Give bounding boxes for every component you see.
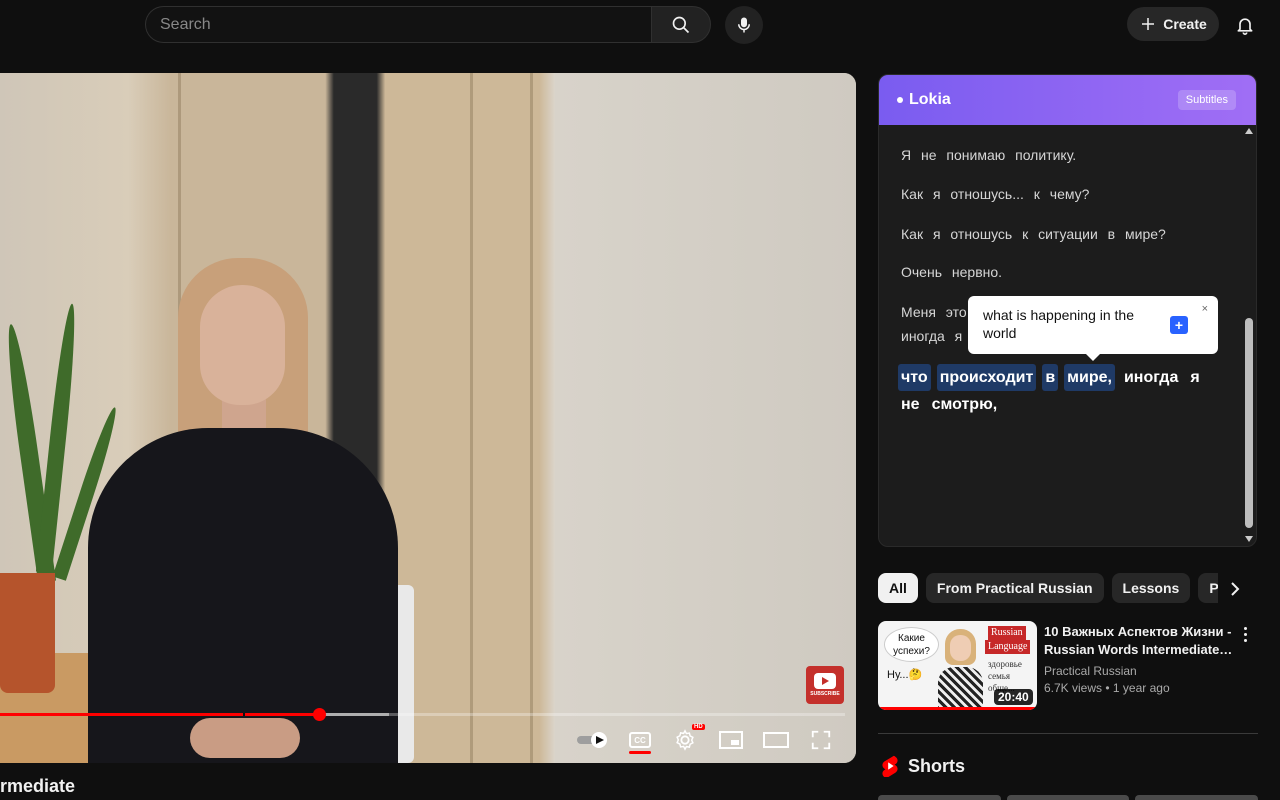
recommended-video[interactable]: Какие успехи? Ну...🤔 Russian Language зд… bbox=[878, 621, 1258, 711]
view-count: 6.7K views bbox=[1044, 681, 1103, 695]
subtitles-active-indicator bbox=[629, 751, 651, 754]
lokia-header: Lokia Subtitles bbox=[879, 75, 1256, 125]
upload-age: 1 year ago bbox=[1112, 681, 1170, 695]
lokia-brand: Lokia bbox=[897, 91, 951, 109]
scroll-down-arrow[interactable] bbox=[1245, 536, 1253, 542]
shorts-icon bbox=[882, 755, 898, 777]
chip-all[interactable]: All bbox=[878, 573, 918, 603]
filter-chips: All From Practical Russian Lessons Pres bbox=[878, 573, 1218, 605]
scrubber-handle[interactable] bbox=[312, 708, 326, 721]
chapter-marker bbox=[243, 713, 245, 716]
top-bar: Create bbox=[0, 0, 1280, 50]
bell-icon bbox=[1237, 18, 1253, 35]
subtitle-word[interactable]: я bbox=[1187, 364, 1202, 391]
short-thumbnail[interactable] bbox=[1006, 795, 1130, 800]
thumbnail-tag: Language bbox=[985, 640, 1031, 654]
gear-icon bbox=[676, 729, 694, 751]
subtitle-word[interactable]: мире, bbox=[1064, 364, 1115, 391]
active-subtitle-line: что происходит в мире, иногда я не смотрю, bbox=[898, 364, 1228, 418]
video-scene-door-edge bbox=[470, 73, 473, 763]
transcript-line[interactable]: Как я отношусь... к чему? bbox=[901, 184, 1089, 204]
create-label: Create bbox=[1163, 16, 1207, 32]
hd-badge: HD bbox=[692, 724, 705, 730]
thumbnail-person bbox=[938, 629, 983, 710]
transcript-line[interactable]: иногда я bbox=[901, 326, 962, 346]
cc-icon: CC bbox=[629, 732, 651, 748]
close-tooltip-button[interactable]: × bbox=[1202, 300, 1208, 318]
short-thumbnail[interactable] bbox=[878, 795, 1001, 800]
transcript-line[interactable]: Как я отношусь к ситуации в мире? bbox=[901, 224, 1166, 244]
progress-played bbox=[0, 713, 319, 716]
chips-next-button[interactable] bbox=[1224, 578, 1246, 600]
video-title: rmediate bbox=[0, 776, 76, 796]
autoplay-toggle[interactable] bbox=[575, 725, 611, 755]
short-thumbnail[interactable] bbox=[1135, 795, 1259, 800]
video-scene-person-face bbox=[200, 285, 285, 405]
fullscreen-icon bbox=[811, 730, 831, 750]
voice-search-button[interactable] bbox=[725, 6, 763, 44]
chip-presentations[interactable]: Pres bbox=[1198, 573, 1218, 603]
subscribe-watermark[interactable]: SUBSCRIBE bbox=[806, 666, 844, 704]
shorts-title: Shorts bbox=[908, 755, 966, 776]
subscribe-watermark-text: SUBSCRIBE bbox=[810, 691, 840, 697]
transcript-line[interactable]: Очень нервно. bbox=[901, 262, 1002, 282]
subtitle-word[interactable]: происходит bbox=[936, 364, 1037, 391]
translation-tooltip: what is happening in the world × + bbox=[968, 296, 1218, 361]
theater-mode-icon bbox=[763, 732, 789, 748]
transcript-scrollbar[interactable] bbox=[1245, 318, 1253, 528]
more-options-button[interactable] bbox=[1238, 623, 1252, 645]
transcript-line[interactable]: Меня это bbox=[901, 302, 967, 322]
search-button[interactable] bbox=[651, 6, 711, 43]
video-player[interactable]: SUBSCRIBE CC HD bbox=[0, 73, 856, 763]
chevron-right-icon bbox=[1231, 582, 1240, 596]
video-meta: 6.7K views • 1 year ago bbox=[1044, 681, 1170, 695]
section-divider bbox=[878, 733, 1258, 734]
scroll-up-arrow[interactable] bbox=[1245, 128, 1253, 134]
search-icon bbox=[672, 16, 690, 33]
miniplayer-icon bbox=[719, 731, 743, 749]
recommended-video-title[interactable]: 10 Важных Аспектов Жизни - Russian Words… bbox=[1044, 623, 1234, 659]
subtitle-word[interactable]: иногда bbox=[1121, 364, 1181, 391]
plus-icon bbox=[1142, 18, 1155, 30]
translation-text: what is happening in the world bbox=[983, 307, 1134, 341]
subtitle-word[interactable]: что bbox=[898, 364, 931, 391]
add-word-button[interactable]: + bbox=[1170, 316, 1188, 334]
subtitle-word[interactable]: смотрю, bbox=[929, 391, 1001, 418]
autoplay-toggle-icon bbox=[577, 732, 607, 748]
transcript-line[interactable]: Я не понимаю политику. bbox=[901, 145, 1076, 165]
chip-lessons[interactable]: Lessons bbox=[1111, 573, 1191, 603]
thumbnail-tag: Russian bbox=[988, 626, 1026, 640]
create-button[interactable]: Create bbox=[1127, 7, 1219, 41]
thumbnail-word: семья bbox=[988, 671, 1011, 681]
shorts-row bbox=[878, 795, 1259, 800]
search-bar bbox=[145, 6, 711, 43]
video-scene-wall bbox=[555, 73, 856, 763]
video-scene-pot bbox=[0, 573, 55, 693]
shorts-header: Shorts bbox=[880, 755, 965, 777]
microphone-icon bbox=[738, 17, 750, 33]
fullscreen-button[interactable] bbox=[806, 725, 836, 755]
youtube-logo-icon bbox=[814, 673, 836, 689]
watched-progress bbox=[878, 707, 1037, 710]
search-input[interactable] bbox=[145, 6, 651, 43]
thumbnail-speech-bubble: Какие успехи? bbox=[884, 627, 939, 662]
theater-mode-button[interactable] bbox=[761, 725, 791, 755]
channel-name[interactable]: Practical Russian bbox=[1044, 664, 1137, 678]
lokia-brand-label: Lokia bbox=[909, 91, 951, 108]
video-scene-door-edge bbox=[530, 73, 533, 763]
subtitle-word[interactable]: не bbox=[898, 391, 923, 418]
chip-from-practical-russian[interactable]: From Practical Russian bbox=[925, 573, 1104, 603]
miniplayer-button[interactable] bbox=[716, 725, 746, 755]
video-duration: 20:40 bbox=[994, 689, 1033, 705]
thumbnail-caption: Ну...🤔 bbox=[887, 669, 923, 681]
video-thumbnail[interactable]: Какие успехи? Ну...🤔 Russian Language зд… bbox=[878, 621, 1037, 710]
video-scene-person-hands bbox=[190, 718, 300, 758]
meta-separator: • bbox=[1105, 681, 1113, 695]
subtitles-tab[interactable]: Subtitles bbox=[1177, 90, 1236, 110]
thumbnail-word: здоровье bbox=[988, 659, 1022, 669]
subtitle-word[interactable]: в bbox=[1042, 364, 1059, 391]
notifications-button[interactable] bbox=[1230, 10, 1260, 40]
lokia-logo-icon bbox=[897, 97, 903, 103]
